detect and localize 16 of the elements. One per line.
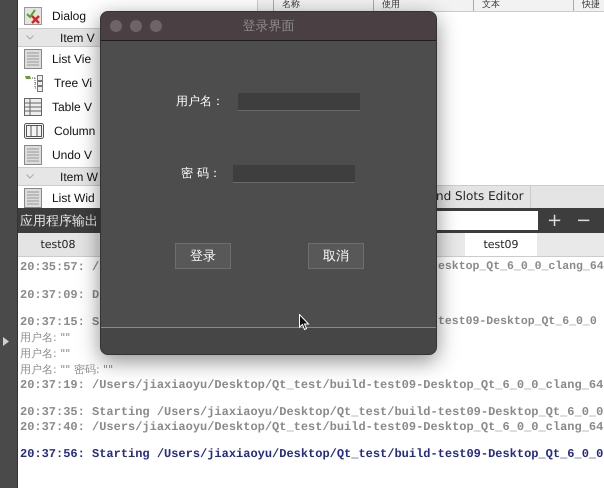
window-title: 登录界面 <box>242 18 296 35</box>
log-line: 用户名: "" 密码: "" <box>20 362 114 378</box>
log-line: 用户名: "" <box>20 330 70 346</box>
log-line: 20:35:57: / <box>20 260 100 274</box>
log-line: 20:37:19: /Users/jiaxiaoyu/Desktop/Qt_test/build-test09-Desktop_Qt_6_0_0_clang_64 <box>20 378 604 392</box>
log-line: 用户名: "" <box>20 346 70 362</box>
log-line: 20:37:15: S <box>20 315 100 330</box>
log-line: esktop_Qt_6_0_0_clang_64 <box>438 260 604 274</box>
log-line: test09-Desktop_Qt_6_0_0 <box>438 315 598 330</box>
field-label: 密 码： <box>181 165 221 182</box>
log-line: 20:37:56: Starting /Users/jiaxiaoyu/Desktop/Qt_test/build-test09-Desktop_Qt_6_0_0 <box>20 447 604 462</box>
log-line: 20:37:09: D <box>20 288 100 302</box>
field-label: 用户名： <box>176 93 224 110</box>
log-line: 20:37:35: Starting /Users/jiaxiaoyu/Desktop/Qt_test/build-test09-Desktop_Qt_6_0_0 <box>20 405 604 420</box>
pane-title: 应用程序输出 <box>20 212 98 230</box>
log-line: 20:37:40: /Users/jiaxiaoyu/Desktop/Qt_test/build-test09-Desktop_Qt_6_0_0_clang_64 <box>20 420 604 434</box>
